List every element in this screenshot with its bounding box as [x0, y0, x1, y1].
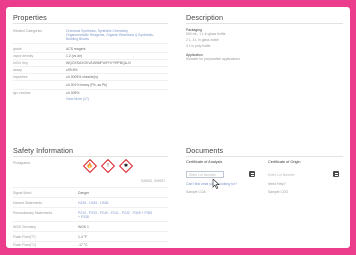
safety-value: Danger	[78, 191, 90, 195]
mouse-cursor-icon	[212, 179, 220, 189]
coa-lot-input[interactable]: Enter Lot Number	[186, 171, 224, 178]
prop-value: ≤0.0005% chloride(s)	[66, 75, 99, 79]
row-divider	[13, 66, 168, 67]
prop-label: Related Categories	[13, 29, 43, 33]
prop-label: vapor density	[13, 54, 34, 58]
pictograms-label: Pictograms	[13, 161, 30, 165]
prop-value: ≥99.8%	[66, 68, 78, 72]
safety-value: -17 °C	[78, 243, 88, 247]
safety-label: Signal Word	[13, 191, 32, 195]
prop-value: ACS reagent	[66, 47, 86, 51]
row-divider	[13, 207, 168, 208]
health-hazard-pictogram-icon: ✱	[118, 158, 134, 174]
safety-value: WGK 1	[78, 225, 89, 229]
prop-value: ≤0.001% heavy (Pb, as Pb)	[66, 83, 108, 87]
safety-label: Hazard Statements	[13, 201, 43, 205]
precautionary-statements-link[interactable]: + P338	[78, 215, 89, 219]
precautionary-statements-link[interactable]: P210 - P233 - P240 - P241 - P242 - P305 …	[78, 211, 152, 215]
description-divider	[186, 23, 343, 24]
coo-search-button[interactable]	[333, 171, 339, 177]
prop-label: grade	[13, 47, 22, 51]
safety-value: 1.4 °F	[78, 235, 88, 239]
row-divider	[13, 187, 168, 188]
row-divider	[13, 231, 168, 232]
ghs-codes: GHS02, GHS07	[141, 179, 166, 183]
product-details-panel: Properties Related Categories Chemical S…	[6, 7, 350, 248]
row-divider	[13, 59, 168, 60]
view-more-link[interactable]: View More (17)	[66, 97, 89, 101]
coo-input-placeholder[interactable]: Enter Lot Number	[268, 173, 295, 177]
prop-label: InChI Key	[13, 61, 28, 65]
coo-help-link[interactable]: Need Help?	[268, 182, 286, 186]
documents-title: Documents	[186, 146, 224, 155]
safety-label: Flash Point(°C)	[13, 243, 37, 247]
row-divider	[13, 73, 168, 74]
prop-label: assay	[13, 68, 22, 72]
documents-divider	[186, 156, 343, 157]
packaging-line: 4 L in poly bottle	[186, 44, 211, 48]
coa-input-placeholder: Enter Lot Number	[189, 173, 216, 178]
hazard-statements-link[interactable]: H225 - H319 - H336	[78, 201, 108, 205]
packaging-line: 500 mL, 1 L in glass bottle	[186, 32, 226, 36]
flame-pictogram-icon: 🔥	[82, 158, 98, 174]
safety-title: Safety Information	[13, 146, 74, 155]
properties-divider	[13, 23, 168, 24]
safety-label: WGK Germany	[13, 225, 36, 229]
coo-sample-link[interactable]: Sample COO	[268, 190, 288, 194]
row-divider	[13, 89, 168, 90]
description-title: Description	[186, 13, 224, 22]
row-divider	[13, 221, 168, 222]
safety-label: Precautionary Statements	[13, 211, 53, 215]
prop-label: impurities	[13, 75, 28, 79]
row-divider	[13, 43, 168, 44]
row-divider	[13, 241, 168, 242]
application-line: Suitable for preparative applications	[186, 57, 240, 61]
row-divider	[13, 80, 168, 81]
exclamation-pictogram-icon: !	[100, 158, 116, 174]
row-divider	[13, 52, 168, 53]
properties-title: Properties	[13, 13, 47, 22]
coo-heading: Certificate of Origin	[268, 160, 301, 164]
prop-label: ign. residue	[13, 91, 31, 95]
safety-label: Flash Point(°F)	[13, 235, 36, 239]
prop-value: 1.2 (vs air)	[66, 54, 83, 58]
row-divider	[13, 197, 168, 198]
category-link[interactable]: Building Blocks	[66, 37, 89, 41]
prop-value: ≤0.005%	[66, 91, 80, 95]
prop-value: WQOXSAXOKVAGBMPUIFHYYRPBQA-N	[66, 61, 131, 65]
packaging-line: 2 L, 4 L in glass bottle	[186, 38, 219, 42]
coa-heading: Certificate of Analysis	[186, 160, 223, 164]
coa-search-button[interactable]	[249, 171, 255, 177]
safety-divider	[13, 156, 168, 157]
coa-sample-link[interactable]: Sample COA	[186, 190, 206, 194]
